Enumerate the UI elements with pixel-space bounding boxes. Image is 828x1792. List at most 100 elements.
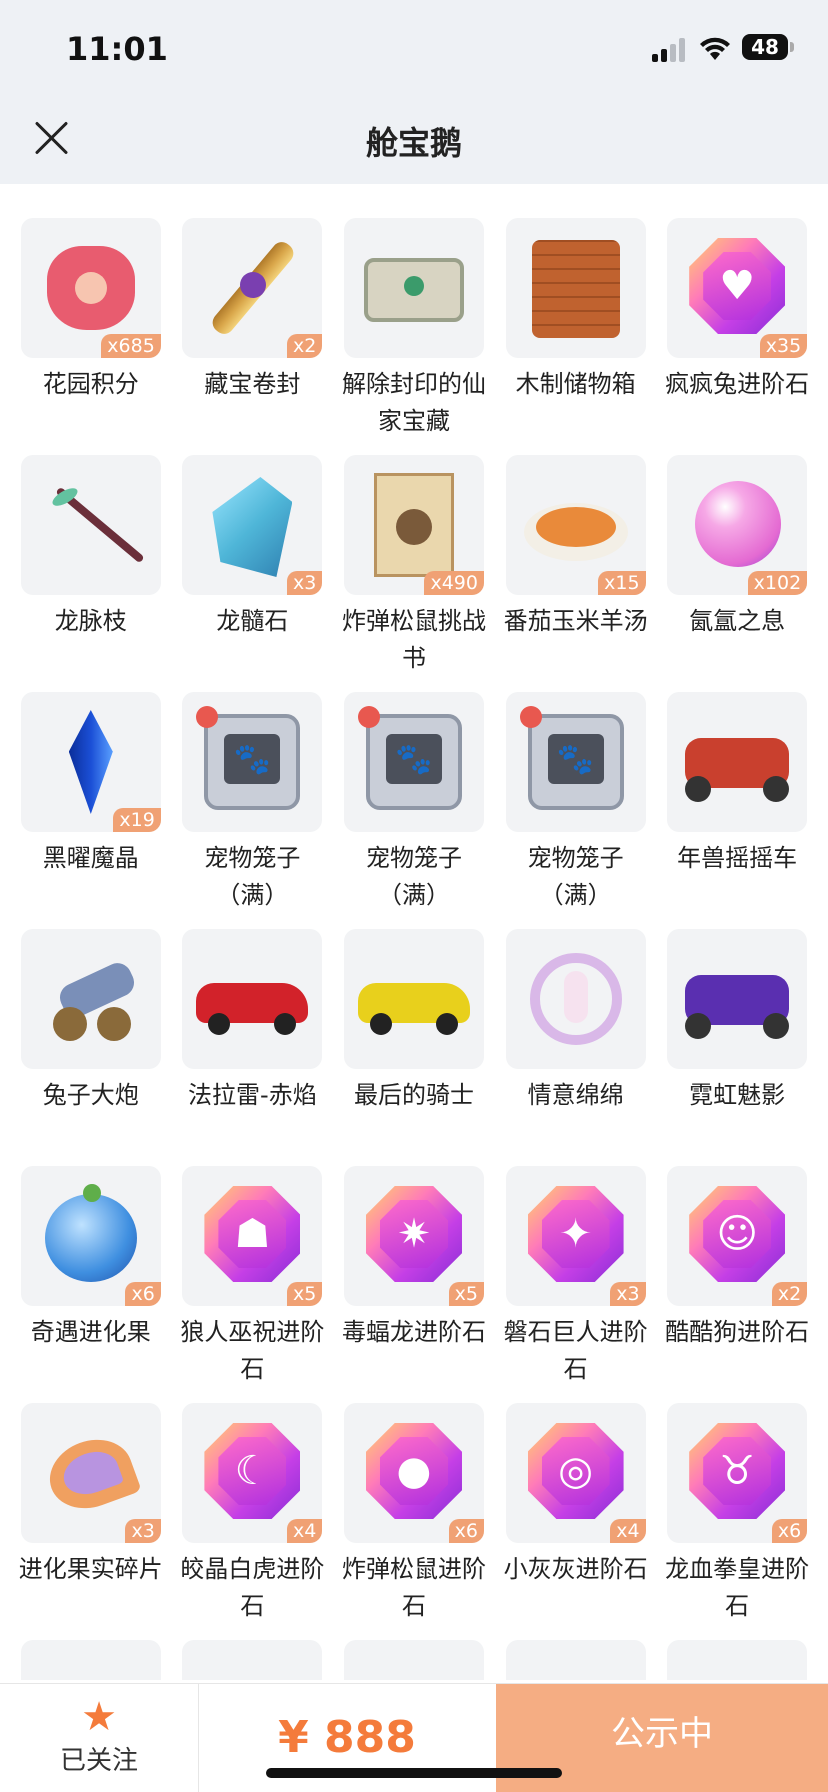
item-thumbnail: ☺ x2 — [667, 1166, 808, 1306]
item-thumbnail: x3 — [20, 1403, 161, 1543]
wooden-box-icon — [506, 218, 646, 358]
item-name: 解除封印的仙家宝藏 — [341, 370, 486, 435]
item-thumbnail — [343, 218, 484, 358]
item-card[interactable]: 解除封印的仙家宝藏 — [333, 218, 495, 455]
gem-symbol: ● — [396, 1448, 432, 1494]
quantity-badge: x2 — [771, 1282, 808, 1306]
item-thumbnail — [505, 218, 646, 358]
item-card[interactable]: x2 藏宝卷封 — [172, 218, 334, 455]
kart-icon — [667, 692, 807, 832]
branch-icon — [21, 455, 161, 595]
page-title: 舱宝鹅 — [365, 124, 462, 162]
item-thumbnail: x102 — [667, 455, 808, 595]
home-indicator — [266, 1768, 562, 1778]
item-name: 疯疯兔进阶石 — [665, 370, 810, 398]
quantity-badge: x35 — [759, 334, 808, 358]
item-name: 炸弹松鼠进阶石 — [341, 1555, 486, 1620]
item-name: 小灰灰进阶石 — [503, 1555, 648, 1583]
item-card[interactable]: 🐾 宠物笼子（满） — [495, 692, 657, 929]
quantity-badge: x4 — [610, 1519, 646, 1543]
item-card[interactable]: 霓虹魅影 — [656, 929, 818, 1166]
item-name: 狼人巫祝进阶石 — [180, 1318, 325, 1383]
item-card[interactable]: 龙脉枝 — [10, 455, 172, 692]
item-card[interactable]: x15 番茄玉米羊汤 — [495, 455, 657, 692]
item-card[interactable]: x3 龙髓石 — [172, 455, 334, 692]
quantity-badge: x5 — [448, 1282, 484, 1306]
item-card[interactable]: x6 奇遇进化果 — [10, 1166, 172, 1403]
item-name: 毒蝠龙进阶石 — [341, 1318, 486, 1346]
item-card[interactable]: 年兽摇摇车 — [656, 692, 818, 929]
quantity-badge: x6 — [125, 1282, 161, 1306]
item-name: 宠物笼子（满） — [204, 844, 301, 909]
gem-symbol: ☾ — [234, 1448, 271, 1494]
item-thumbnail — [182, 929, 323, 1069]
item-card[interactable]: ◎ x4 小灰灰进阶石 — [495, 1403, 657, 1640]
item-card[interactable]: 🐾 宠物笼子（满） — [333, 692, 495, 929]
item-thumbnail: ☗ x5 — [182, 1166, 323, 1306]
item-thumbnail — [343, 929, 484, 1069]
item-thumbnail: x19 — [20, 692, 161, 832]
item-card[interactable]: ✦ x3 磐石巨人进阶石 — [495, 1166, 657, 1403]
item-name: 宠物笼子（满） — [365, 844, 462, 909]
item-thumbnail: ✷ x5 — [343, 1166, 484, 1306]
item-thumbnail — [20, 455, 161, 595]
item-name: 奇遇进化果 — [30, 1318, 151, 1346]
item-thumbnail: ◎ x4 — [505, 1403, 646, 1543]
item-card[interactable]: 法拉雷-赤焰 — [172, 929, 334, 1166]
item-card[interactable]: 木制储物箱 — [495, 218, 657, 455]
follow-label: 已关注 — [59, 1746, 138, 1776]
pet-cage-icon: 🐾 — [506, 692, 646, 832]
item-card[interactable]: x102 氤氲之息 — [656, 455, 818, 692]
item-name: 进化果实碎片 — [18, 1555, 163, 1583]
quantity-badge: x490 — [424, 571, 484, 595]
item-thumbnail: ☾ x4 — [182, 1403, 323, 1543]
item-card[interactable]: ♥ x35 疯疯兔进阶石 — [656, 218, 818, 455]
item-thumbnail — [20, 929, 161, 1069]
item-card[interactable]: ☺ x2 酷酷狗进阶石 — [656, 1166, 818, 1403]
item-thumbnail: 🐾 — [505, 692, 646, 832]
quantity-badge: x3 — [610, 1282, 646, 1306]
wreath-icon — [506, 929, 646, 1069]
gem-symbol: ♥ — [719, 263, 756, 309]
item-card[interactable]: ♉ x6 龙血拳皇进阶石 — [656, 1403, 818, 1640]
item-card[interactable]: ☾ x4 皎晶白虎进阶石 — [172, 1403, 334, 1640]
quantity-badge: x3 — [287, 571, 323, 595]
item-name: 磐石巨人进阶石 — [503, 1318, 648, 1383]
item-card[interactable]: x19 黑曜魔晶 — [10, 692, 172, 929]
item-thumbnail — [505, 929, 646, 1069]
item-name: 木制储物箱 — [515, 370, 636, 398]
item-thumbnail: x3 — [182, 455, 323, 595]
item-name: 龙脉枝 — [54, 607, 127, 635]
item-name: 宠物笼子（满） — [527, 844, 624, 909]
gem-symbol: ☗ — [234, 1211, 271, 1257]
item-card[interactable]: ☗ x5 狼人巫祝进阶石 — [172, 1166, 334, 1403]
item-card[interactable]: x685 花园积分 — [10, 218, 172, 455]
item-name: 龙髓石 — [216, 607, 289, 635]
item-card[interactable]: ✷ x5 毒蝠龙进阶石 — [333, 1166, 495, 1403]
item-card[interactable]: 最后的骑士 — [333, 929, 495, 1166]
pet-cage-icon: 🐾 — [182, 692, 322, 832]
item-thumbnail: x685 — [20, 218, 161, 358]
gem-symbol: ✦ — [558, 1211, 593, 1257]
item-card[interactable]: 🐾 宠物笼子（满） — [172, 692, 334, 929]
item-name: 花园积分 — [42, 370, 139, 398]
item-card[interactable]: 情意绵绵 — [495, 929, 657, 1166]
item-thumbnail — [667, 692, 808, 832]
item-thumbnail: x15 — [505, 455, 646, 595]
item-card[interactable]: x3 进化果实碎片 — [10, 1403, 172, 1640]
item-name: 最后的骑士 — [353, 1081, 474, 1109]
battery-tip — [790, 42, 794, 52]
quantity-badge: x4 — [287, 1519, 323, 1543]
quantity-badge: x102 — [747, 571, 808, 595]
item-thumbnail: x2 — [182, 218, 323, 358]
cellular-signal-icon — [652, 38, 686, 62]
item-thumbnail: ● x6 — [343, 1403, 484, 1543]
item-grid: x685 花园积分 x2 藏宝卷封 解除封印的仙家宝藏 木制储物箱 ♥ x35 疯疯兔进阶石龙脉… — [10, 0, 818, 1792]
item-card[interactable]: ● x6 炸弹松鼠进阶石 — [333, 1403, 495, 1640]
item-name: 兔子大炮 — [42, 1081, 139, 1109]
item-thumbnail: 🐾 — [182, 692, 323, 832]
item-card[interactable]: x490 炸弹松鼠挑战书 — [333, 455, 495, 692]
follow-button[interactable]: ★ 已关注 — [0, 1684, 199, 1792]
item-card[interactable]: 兔子大炮 — [10, 929, 172, 1166]
yellow-car-icon — [344, 929, 484, 1069]
